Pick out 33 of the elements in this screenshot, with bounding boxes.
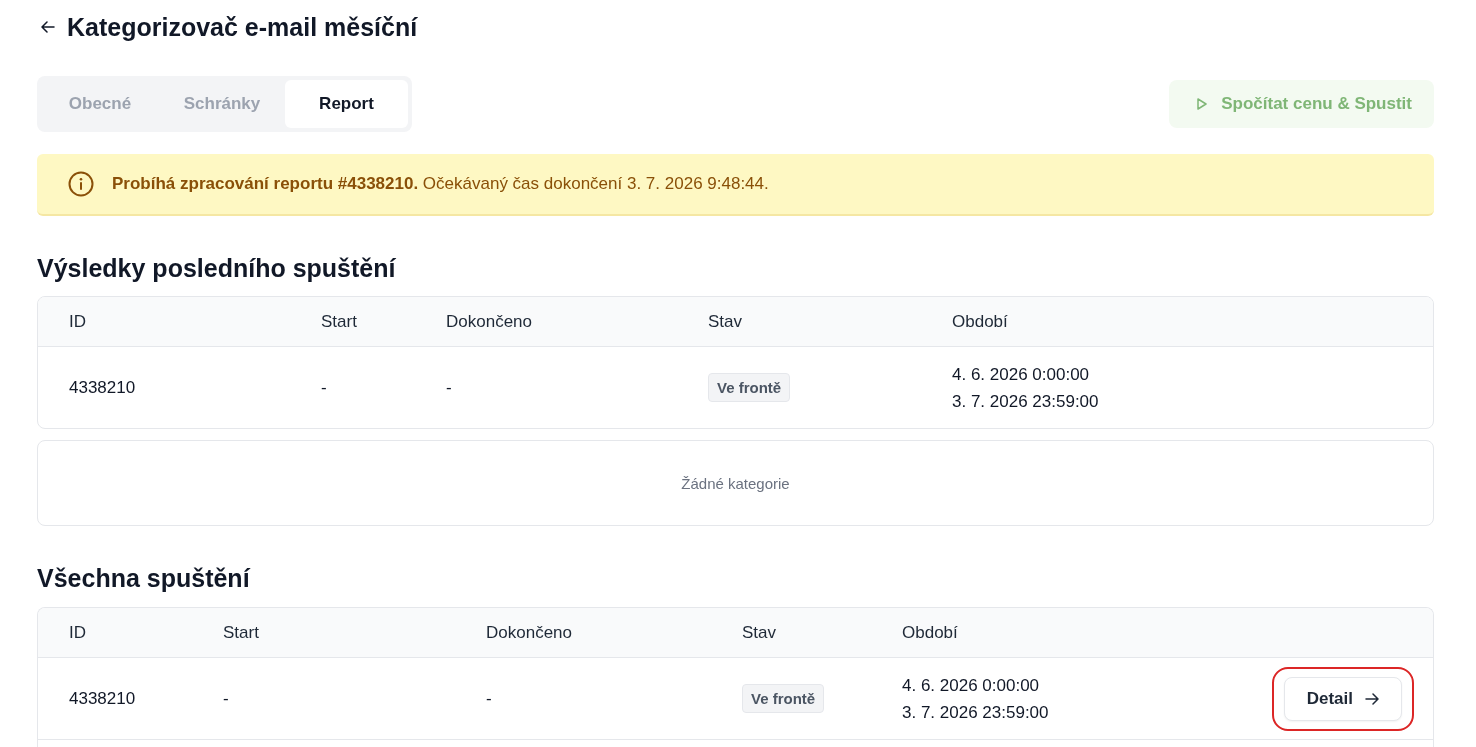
section-title: Výsledky posledního spuštění	[37, 253, 397, 284]
alert-message: Probíhá zpracování reportu #4338210. Očekávaný čas dokončení 3. 7. 2026 9:48:44.	[112, 174, 769, 194]
section-title: Všechna spuštění	[37, 563, 252, 594]
status-badge: Ve frontě	[742, 684, 825, 713]
page-title: Kategorizovač e-mail měsíční	[67, 12, 418, 43]
period-cell-text: 4. 6. 2026 0:00:00 3. 7. 2026 23:59:00	[902, 674, 1049, 724]
detail-button[interactable]: Detail	[1283, 676, 1402, 721]
tab[interactable]: Obecné	[41, 80, 159, 128]
column-header: Období	[952, 311, 1008, 332]
table-cell: -	[321, 377, 327, 398]
table-cell: -	[486, 688, 492, 709]
tab[interactable]: Report	[285, 80, 408, 128]
column-header: Start	[223, 622, 259, 643]
back-arrow-icon[interactable]	[41, 21, 55, 33]
column-header: Stav	[742, 622, 777, 643]
play-icon	[1197, 98, 1208, 110]
info-icon	[68, 171, 94, 197]
column-header: ID	[69, 622, 86, 643]
column-header: ID	[69, 311, 86, 332]
table-cell: 4338210	[69, 377, 136, 398]
table-cell: -	[446, 377, 452, 398]
column-header: Dokončeno	[486, 622, 572, 643]
tab[interactable]: Schránky	[163, 80, 281, 128]
column-header: Stav	[708, 311, 743, 332]
arrow-right-icon	[1365, 692, 1379, 705]
table-cell: -	[223, 688, 229, 709]
table-cell: 4338210	[69, 688, 136, 709]
status-badge: Ve frontě	[708, 373, 791, 402]
column-header: Dokončeno	[446, 311, 532, 332]
empty-message: Žádné kategorie	[681, 474, 790, 492]
period-cell-text: 4. 6. 2026 0:00:00 3. 7. 2026 23:59:00	[952, 363, 1099, 413]
column-header: Období	[902, 622, 958, 643]
column-header: Start	[321, 311, 357, 332]
